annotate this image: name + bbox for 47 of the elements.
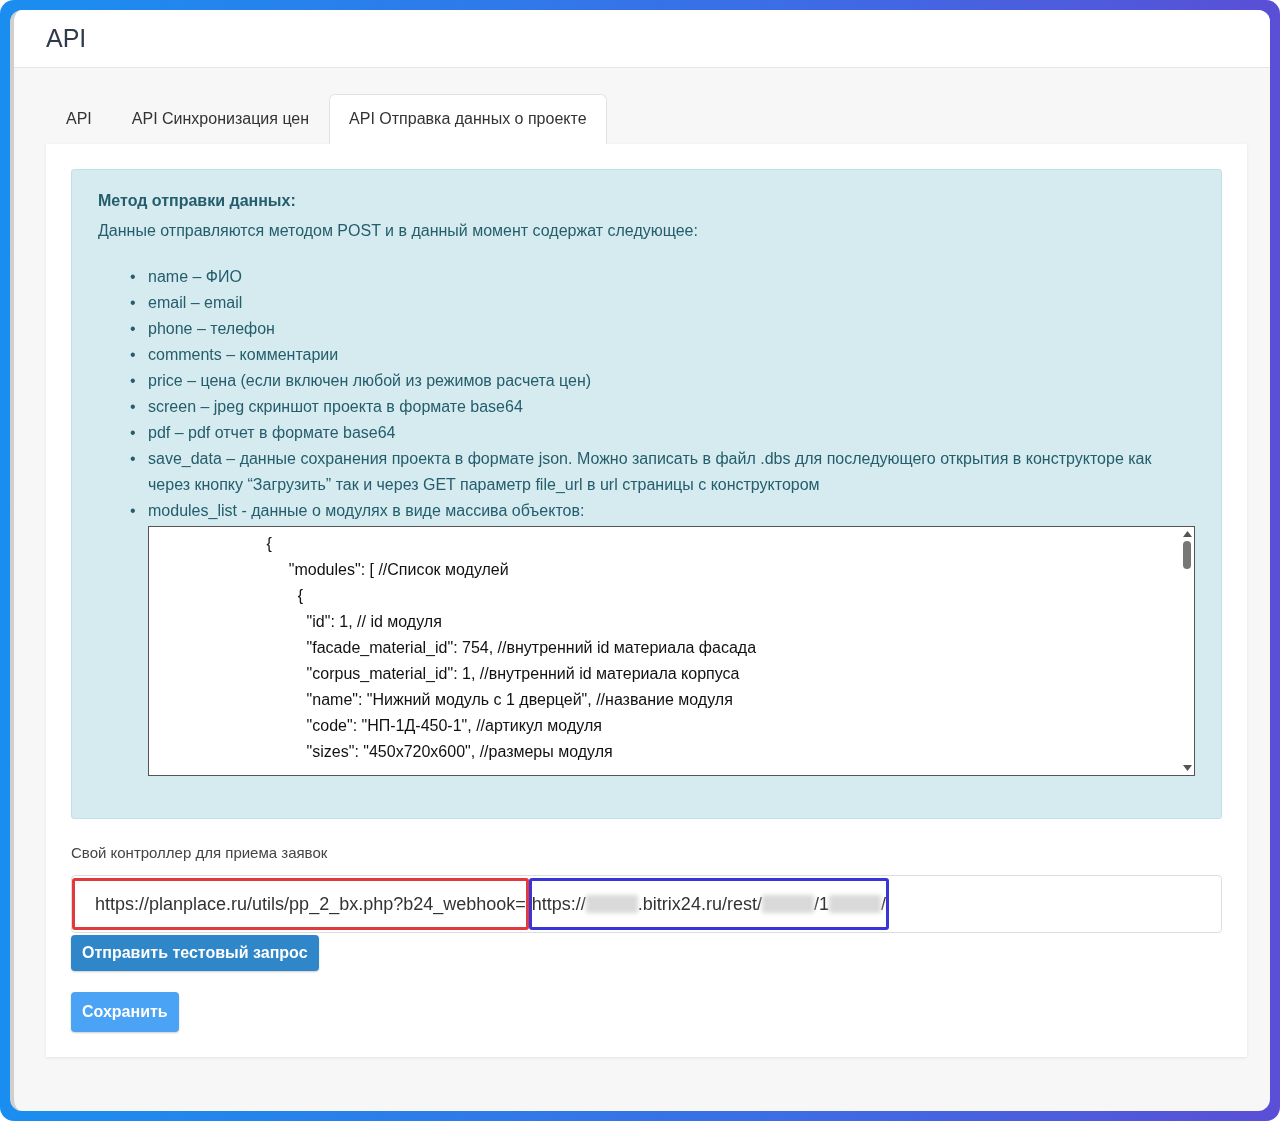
code-line: "modules": [ //Список модулей <box>287 560 510 580</box>
tab[interactable]: API <box>46 94 112 144</box>
bullet: • <box>130 267 137 287</box>
bullet: • <box>130 293 137 313</box>
code-line: "sizes": "450x720x600", //размеры модуля <box>305 742 614 762</box>
list-item: name – ФИО <box>148 267 242 287</box>
blurred-text <box>761 895 814 913</box>
scroll-up-icon[interactable] <box>1182 531 1192 537</box>
bullet: • <box>130 319 137 339</box>
list-item: email – email <box>148 293 243 313</box>
list-item: pdf – pdf отчет в формате base64 <box>148 423 396 443</box>
code-line: "facade_material_id": 754, //внутренний id материала фасада <box>305 638 758 658</box>
code-line: { <box>265 534 273 554</box>
scroll-down-icon[interactable] <box>1182 765 1192 771</box>
url-text: / <box>880 893 886 915</box>
url-text: /1 <box>813 893 829 915</box>
url-text: https:// <box>531 893 586 915</box>
bullet: • <box>130 449 137 469</box>
field-label: Свой контроллер для приема заявок <box>71 844 329 861</box>
tab[interactable]: API Синхронизация цен <box>111 94 330 144</box>
bullet: • <box>130 501 137 521</box>
scroll-thumb[interactable] <box>1183 541 1191 569</box>
bullet: • <box>130 423 137 443</box>
url-text: https://planplace.ru/utils/pp_2_bx.php?b24_webhook= <box>95 893 526 915</box>
url-text: .bitrix24.ru/rest/ <box>637 893 762 915</box>
page-title: API <box>46 24 87 53</box>
url-field[interactable]: https://planplace.ru/utils/pp_2_bx.php?b24_webhook= https:// .bitrix24.ru/rest/ /1 / <box>71 875 1222 933</box>
list-item: price – цена (если включен любой из режимов расчета цен) <box>148 371 592 391</box>
code-line: "code": "НП-1Д-450-1", //артикул модуля <box>305 716 603 736</box>
list-item: comments – комментарии <box>148 345 339 365</box>
bullet: • <box>130 371 137 391</box>
bullet: • <box>130 397 137 417</box>
info-heading: Метод отправки данных: <box>98 192 297 210</box>
code-textarea[interactable] <box>148 526 1195 776</box>
list-item: screen – jpeg скриншот проекта в формате base64 <box>148 397 523 417</box>
info-text: Данные отправляются методом POST и в данный момент содержат следующее: <box>98 222 699 240</box>
code-line: "corpus_material_id": 1, //внутренний id материала корпуса <box>305 664 741 684</box>
blurred-text <box>585 895 638 913</box>
code-line: { <box>296 586 305 606</box>
list-item: modules_list - данные о модулях в виде массива объектов: <box>148 501 585 521</box>
bullet: • <box>130 345 137 365</box>
code-line: "id": 1, // id модуля <box>305 612 443 632</box>
blurred-text <box>828 895 881 913</box>
action-button[interactable]: Отправить тестовый запрос <box>71 935 319 971</box>
list-item: phone – телефон <box>148 319 275 339</box>
tab[interactable]: API Отправка данных о проекте <box>329 94 607 144</box>
code-line: "name": "Нижний модуль с 1 дверцей", //название модуля <box>305 690 734 710</box>
